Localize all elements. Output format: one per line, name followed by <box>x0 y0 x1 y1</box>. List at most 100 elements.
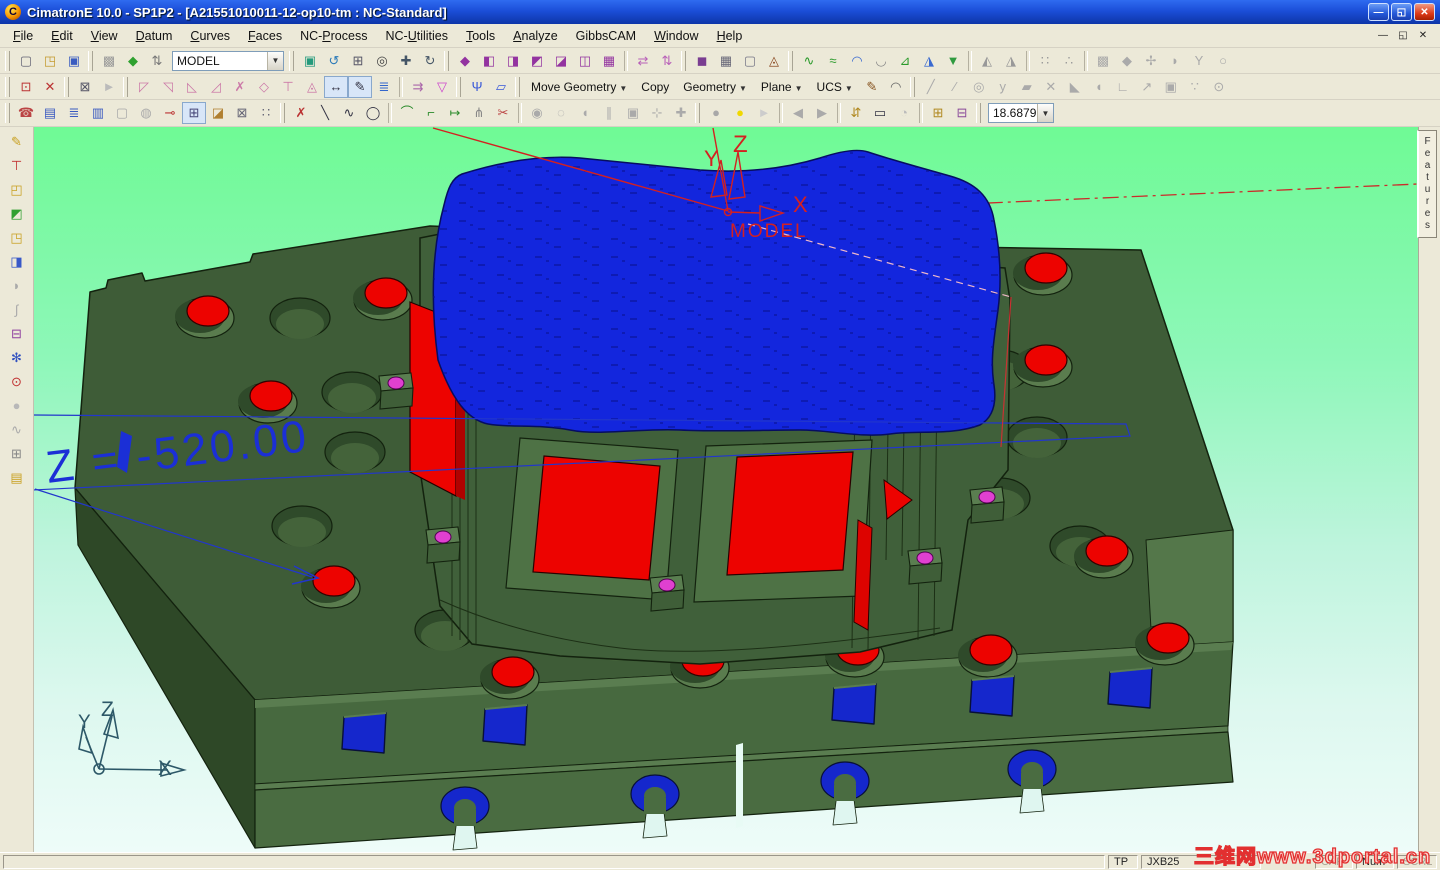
origin-point-button[interactable]: ⊙ <box>1207 76 1231 98</box>
toolbar-grip[interactable] <box>64 76 69 97</box>
deselect-button[interactable]: ✕ <box>38 76 62 98</box>
normal-direction-button[interactable]: Ψ <box>465 76 489 98</box>
engrave-button[interactable]: ∿ <box>4 418 30 441</box>
pick-options-button[interactable]: ✎ <box>348 75 372 98</box>
next-feature-button[interactable]: ▶ <box>810 102 834 124</box>
clamp-display-button[interactable]: ◗ <box>1163 50 1187 72</box>
view-bottom-button[interactable]: ◪ <box>549 50 573 72</box>
previous-select-button[interactable]: ► <box>97 76 121 98</box>
mirror-button[interactable]: ◖ <box>573 102 597 124</box>
menu-gibbscam[interactable]: GibbsCAM <box>567 27 645 45</box>
toolbar-grip[interactable] <box>681 50 686 71</box>
menu-tools[interactable]: Tools <box>457 27 504 45</box>
chamfer-button[interactable]: ⌐ <box>419 102 443 124</box>
ucs-edit-button[interactable]: ✎ <box>860 76 884 98</box>
toolbar-grip[interactable] <box>909 76 915 97</box>
drawing-button[interactable]: ▣ <box>621 102 645 124</box>
shade-textured-button[interactable]: ▦ <box>714 50 738 72</box>
view-isometric-button[interactable]: ◆ <box>453 50 477 72</box>
save-button[interactable]: ▣ <box>62 50 86 72</box>
insert-pin-button[interactable]: ⊙ <box>4 370 30 393</box>
pan-button[interactable]: ✚ <box>394 50 418 72</box>
model-3d-view[interactable]: Z = -520.00 Y Z X MODEL Y Z X <box>32 127 1419 852</box>
blank-tool-button[interactable]: ● <box>4 394 30 417</box>
tool-display-button[interactable]: Y <box>1187 50 1211 72</box>
toolbar-grip[interactable] <box>788 50 793 71</box>
circle-button[interactable]: ◯ <box>361 102 385 124</box>
view-right-button[interactable]: ▦ <box>597 50 621 72</box>
zoom-rotate-button[interactable]: ↺ <box>322 50 346 72</box>
toolbar-grip[interactable] <box>280 103 285 123</box>
blue-surface-part[interactable] <box>432 149 1001 436</box>
add-stock-button[interactable]: ⊞ <box>926 102 950 124</box>
menu-nc-utilities[interactable]: NC-Utilities <box>376 27 457 45</box>
selection-list-button[interactable]: ≣ <box>372 76 396 98</box>
shade-wireframe-button[interactable]: ▢ <box>738 50 762 72</box>
rotate-view-ccw-button[interactable]: ⇅ <box>655 50 679 72</box>
view-front-button[interactable]: ◧ <box>477 50 501 72</box>
snap-grid-button[interactable]: ⊞ <box>182 102 206 124</box>
menu-faces[interactable]: Faces <box>239 27 291 45</box>
trim-button[interactable]: ✂ <box>491 102 515 124</box>
offset-button[interactable]: ◉ <box>525 102 549 124</box>
toolbar-grip[interactable] <box>976 103 981 123</box>
menu-edit[interactable]: Edit <box>42 27 82 45</box>
plane-tool-button[interactable]: ▰ <box>1015 76 1039 98</box>
add-entity-button[interactable]: ✚ <box>669 102 693 124</box>
curvature-analysis-button[interactable]: ≈ <box>821 50 845 72</box>
view-back-button[interactable]: ◨ <box>501 50 525 72</box>
pick-select-button[interactable]: ⊡ <box>14 76 38 98</box>
export-part-button[interactable]: ◆ <box>121 50 145 72</box>
holder-display-button[interactable]: ○ <box>1211 50 1235 72</box>
model-selector-arrow-icon[interactable]: ▼ <box>267 51 283 70</box>
compare-right-button[interactable]: ◮ <box>999 50 1023 72</box>
move-geometry-button[interactable]: Move Geometry ▼ <box>524 78 634 96</box>
sketcher-button[interactable]: ✎ <box>4 130 30 153</box>
toolbar-grip[interactable] <box>444 50 449 71</box>
zoom-button[interactable]: ◎ <box>370 50 394 72</box>
close-button[interactable]: ✕ <box>1414 3 1435 21</box>
scatter-b-button[interactable]: ∴ <box>1057 50 1081 72</box>
model-selector[interactable]: MODEL ▼ <box>172 50 284 71</box>
toolbar-grip[interactable] <box>515 76 520 97</box>
chain-select-button[interactable]: ⇉ <box>406 76 430 98</box>
fillet-button[interactable]: ⌒ <box>395 102 419 124</box>
mdi-close-button[interactable]: ✕ <box>1414 28 1432 44</box>
filter-datums-button[interactable]: ⊤ <box>276 76 300 98</box>
toolbar-grip[interactable] <box>5 103 10 123</box>
target-display-button[interactable]: ◆ <box>1115 50 1139 72</box>
menu-nc-process[interactable]: NC-Process <box>291 27 376 45</box>
tolerance-selector[interactable]: 18.6879 ▼ <box>988 103 1054 123</box>
add-machine-button[interactable]: ⊟ <box>950 102 974 124</box>
xyz-point-button[interactable]: ∵ <box>1183 76 1207 98</box>
menu-file[interactable]: File <box>4 27 42 45</box>
bounding-box-button[interactable]: ▣ <box>1159 76 1183 98</box>
show-entities-button[interactable]: ● <box>728 102 752 124</box>
toolbar-grip[interactable] <box>289 50 294 71</box>
menu-window[interactable]: Window <box>645 27 707 45</box>
menu-help[interactable]: Help <box>708 27 752 45</box>
filter-faces-button[interactable]: ◸ <box>132 76 156 98</box>
toolbar-grip[interactable] <box>695 103 700 123</box>
comment-button[interactable]: ▢ <box>110 102 134 124</box>
3d-viewport[interactable]: Z = -520.00 Y Z X MODEL Y Z X <box>32 127 1419 852</box>
circle-tool-button[interactable]: ◎ <box>967 76 991 98</box>
tolerance-selector-arrow-icon[interactable]: ▼ <box>1037 104 1053 122</box>
undercut-analysis-button[interactable]: ◡ <box>869 50 893 72</box>
ref-points-button[interactable]: ∷ <box>254 102 278 124</box>
shade-solid-button[interactable]: ◼ <box>690 50 714 72</box>
geometry-button[interactable]: Geometry ▼ <box>676 78 754 96</box>
restore-button[interactable]: ◱ <box>1391 3 1412 21</box>
mdi-restore-button[interactable]: ◱ <box>1394 28 1412 44</box>
surface-analysis-button[interactable]: ∿ <box>797 50 821 72</box>
stock-box-button[interactable]: ◳ <box>4 226 30 249</box>
screen-capture-button[interactable]: ⇅ <box>145 50 169 72</box>
view-top-button[interactable]: ◩ <box>525 50 549 72</box>
rotate-view-cw-button[interactable]: ⇄ <box>631 50 655 72</box>
show-by-pick-button[interactable]: ► <box>752 102 776 124</box>
selection-filter-button[interactable]: ▽ <box>430 76 454 98</box>
toolbar-grip[interactable] <box>5 76 10 97</box>
nc-setup-button[interactable]: ☎ <box>14 102 38 124</box>
filter-edges-button[interactable]: ◹ <box>156 76 180 98</box>
compare-left-button[interactable]: ◭ <box>975 50 999 72</box>
